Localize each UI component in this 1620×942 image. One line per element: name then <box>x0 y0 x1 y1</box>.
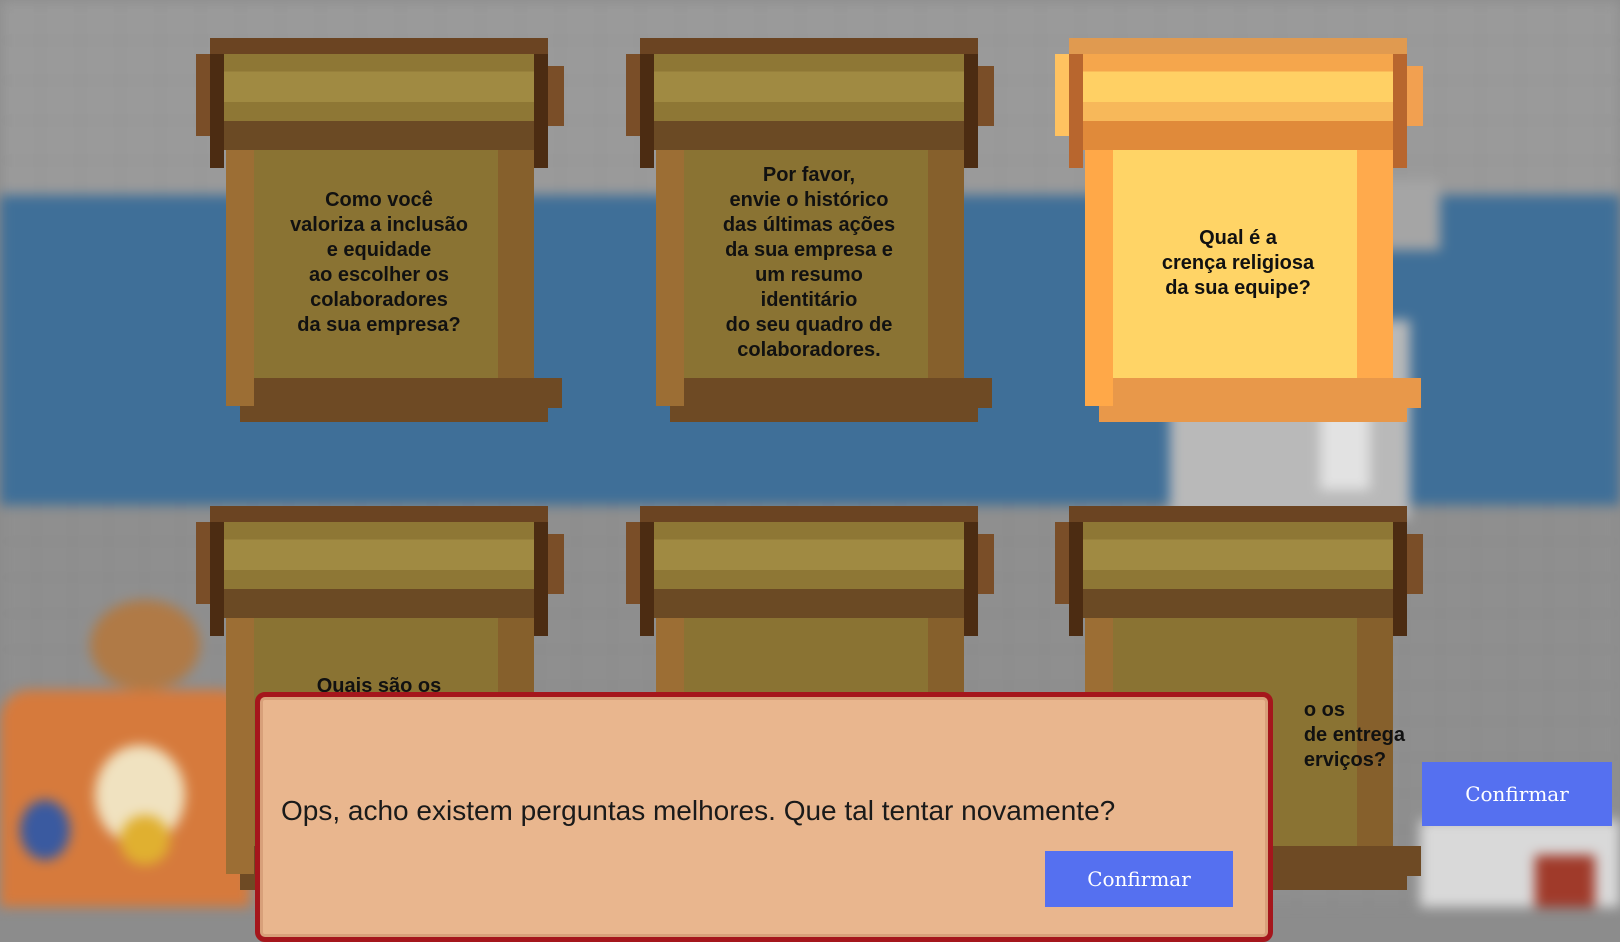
dialog-message: Ops, acho existem perguntas melhores. Qu… <box>281 795 1116 826</box>
question-text: Como você valoriza a inclusão e equidade… <box>290 189 468 336</box>
question-scroll-1[interactable]: Como você valoriza a inclusão e equidade… <box>196 38 576 422</box>
question-text: Por favor, envie o histórico das últimas… <box>722 164 896 361</box>
question-text: o os de entrega erviços? <box>1303 699 1405 771</box>
confirm-button[interactable]: Confirmar <box>1422 762 1612 826</box>
question-scroll-2[interactable]: Por favor, envie o histórico das últimas… <box>626 38 1006 422</box>
dialog-confirm-button[interactable]: Confirmar <box>1045 851 1233 907</box>
question-scroll-3-selected[interactable]: Qual é a crença religiosa da sua equipe? <box>1055 38 1435 422</box>
question-text: Qual é a crença religiosa da sua equipe? <box>1161 226 1315 299</box>
